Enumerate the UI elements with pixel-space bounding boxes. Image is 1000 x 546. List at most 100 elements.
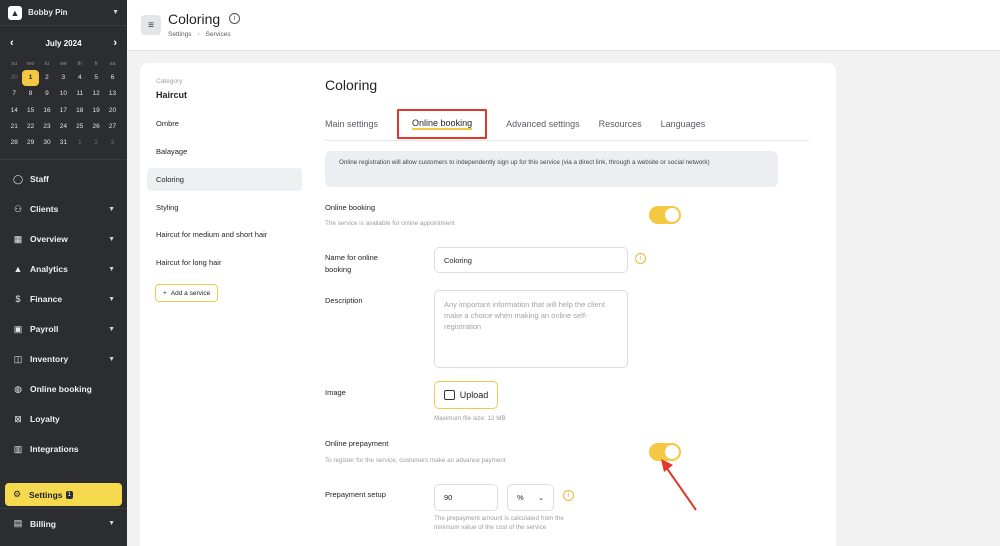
chevron-down-icon: ▼: [108, 235, 115, 243]
calendar-day[interactable]: 6: [104, 70, 120, 86]
calendar-day[interactable]: 17: [55, 103, 71, 119]
calendar-day[interactable]: 19: [88, 103, 104, 119]
service-card: Category Haircut Ombre Balayage Coloring…: [140, 63, 836, 546]
calendar-dow: we: [59, 61, 67, 67]
calendar-day[interactable]: 21: [6, 119, 22, 135]
chevron-down-icon: ▼: [108, 295, 115, 303]
calendar-day[interactable]: 3: [104, 135, 120, 151]
sidebar-item-label: Payroll: [30, 324, 59, 335]
sidebar-item-label: Billing: [30, 518, 56, 529]
prepayment-hint: The prepayment amount is calculated from…: [434, 515, 564, 531]
tab-resources[interactable]: Resources: [599, 111, 642, 137]
calendar-day[interactable]: 3: [55, 70, 71, 86]
calendar-day[interactable]: 5: [88, 70, 104, 86]
tab-online-booking[interactable]: Online booking: [397, 109, 488, 139]
chevron-down-icon: ▼: [108, 325, 115, 333]
info-icon[interactable]: i: [229, 13, 240, 24]
calendar-day[interactable]: 11: [72, 86, 88, 102]
sidebar-item-label: Staff: [30, 174, 49, 185]
prepayment-amount-input[interactable]: 90: [434, 484, 498, 511]
calendar-day[interactable]: 9: [39, 86, 55, 102]
sidebar-item-label: Settings: [29, 489, 63, 500]
globe-icon: ◍: [14, 383, 22, 394]
calendar-day[interactable]: 30: [39, 135, 55, 151]
service-item-active[interactable]: Coloring: [147, 168, 302, 191]
online-name-input[interactable]: Coloring: [434, 247, 628, 273]
sidebar-item-settings[interactable]: ⚙ Settings 1: [5, 483, 122, 506]
add-service-button[interactable]: + Add a service: [155, 284, 219, 302]
calendar-day[interactable]: 7: [6, 86, 22, 102]
calendar-day[interactable]: 13: [104, 86, 120, 102]
sidebar-item-staff[interactable]: ◯ Staff: [0, 164, 127, 194]
calendar-day[interactable]: 30: [6, 70, 22, 86]
calendar-day[interactable]: 28: [6, 135, 22, 151]
calendar-day[interactable]: 10: [55, 86, 71, 102]
calendar-day[interactable]: 8: [22, 86, 38, 102]
sidebar-item-clients[interactable]: ⚇ Clients ▼: [0, 194, 127, 224]
calendar-day[interactable]: 31: [55, 135, 71, 151]
calendar-day[interactable]: 4: [72, 70, 88, 86]
calendar-dow: mo: [26, 61, 35, 67]
sidebar-item-label: Finance: [30, 294, 63, 305]
service-item[interactable]: Styling: [147, 196, 302, 219]
info-icon[interactable]: i: [563, 490, 574, 501]
sidebar-item-inventory[interactable]: ◫ Inventory ▼: [0, 344, 127, 374]
calendar-day[interactable]: 24: [55, 119, 71, 135]
prev-month-icon[interactable]: ‹: [10, 37, 14, 49]
prepayment-setup-label: Prepayment setup: [325, 490, 386, 499]
sidebar-item-finance[interactable]: $ Finance ▼: [0, 284, 127, 314]
online-booking-toggle[interactable]: [649, 206, 681, 224]
next-month-icon[interactable]: ›: [113, 37, 117, 49]
breadcrumb-item[interactable]: Settings: [168, 31, 192, 38]
service-item[interactable]: Ombre: [147, 112, 302, 135]
annotation-arrow-icon: [661, 459, 697, 511]
calendar-day[interactable]: 26: [88, 119, 104, 135]
sidebar-item-integrations[interactable]: ▥ Integrations: [0, 434, 127, 464]
category-label: Category: [156, 78, 183, 85]
service-item[interactable]: Balayage: [147, 140, 302, 163]
service-item[interactable]: Haircut for long hair: [147, 251, 302, 274]
calendar-day[interactable]: 14: [6, 103, 22, 119]
calendar-day[interactable]: 25: [72, 119, 88, 135]
info-icon[interactable]: i: [635, 253, 646, 264]
chevron-down-icon: ▼: [108, 265, 115, 273]
tab-languages[interactable]: Languages: [661, 111, 706, 137]
calendar-day[interactable]: 20: [104, 103, 120, 119]
tab-main-settings[interactable]: Main settings: [325, 111, 378, 137]
prepayment-unit-select[interactable]: % ⌄: [507, 484, 554, 511]
calendar-day[interactable]: 12: [88, 86, 104, 102]
online-name-label: Name for online booking: [325, 253, 378, 274]
sidebar-item-label: Analytics: [30, 264, 68, 275]
calendar-day[interactable]: 27: [104, 119, 120, 135]
sidebar-item-analytics[interactable]: ▲ Analytics ▼: [0, 254, 127, 284]
prepayment-sub: To register for the service, customers m…: [325, 457, 506, 464]
breadcrumb-item[interactable]: Services: [206, 31, 231, 38]
page-header: ≡ Coloring i Settings › Services: [127, 0, 1000, 51]
calendar-day[interactable]: 15: [22, 103, 38, 119]
description-textarea[interactable]: Any important information that will help…: [434, 290, 628, 368]
calendar-day[interactable]: 2: [39, 70, 55, 86]
calendar-day[interactable]: 18: [72, 103, 88, 119]
upload-button[interactable]: Upload: [434, 381, 498, 409]
menu-toggle-button[interactable]: ≡: [141, 15, 161, 35]
sidebar-item-overview[interactable]: ▦ Overview ▼: [0, 224, 127, 254]
sidebar: ▲ Bobby Pin ▼ ‹ July 2024 › su mo tu we th fr…: [0, 0, 127, 546]
calendar-day-today[interactable]: 1: [22, 70, 39, 87]
sidebar-item-billing[interactable]: ▤ Billing ▼: [0, 508, 127, 538]
calendar-day[interactable]: 23: [39, 119, 55, 135]
category-name: Haircut: [156, 90, 188, 100]
calendar-dow: th: [77, 61, 83, 67]
chevron-down-icon: ▼: [112, 9, 119, 16]
sidebar-item-loyalty[interactable]: ⊠ Loyalty: [0, 404, 127, 434]
tab-advanced-settings[interactable]: Advanced settings: [506, 111, 580, 137]
service-item[interactable]: Haircut for medium and short hair: [147, 223, 302, 246]
calendar-day[interactable]: 22: [22, 119, 38, 135]
sidebar-item-payroll[interactable]: ▣ Payroll ▼: [0, 314, 127, 344]
user-switcher[interactable]: ▲ Bobby Pin ▼: [0, 0, 127, 26]
tab-bar: Main settings Online booking Advanced se…: [325, 109, 809, 141]
sidebar-item-online-booking[interactable]: ◍ Online booking: [0, 374, 127, 404]
calendar-day[interactable]: 16: [39, 103, 55, 119]
calendar-day[interactable]: 1: [72, 135, 88, 151]
calendar-day[interactable]: 2: [88, 135, 104, 151]
calendar-day[interactable]: 29: [22, 135, 38, 151]
